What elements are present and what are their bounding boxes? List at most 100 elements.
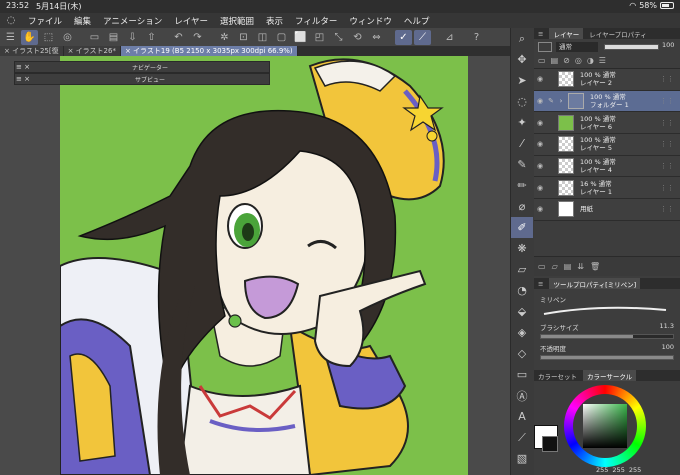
eye-icon[interactable]: ◉ xyxy=(534,140,546,148)
color-circle-tab[interactable]: カラーサークル xyxy=(583,370,637,381)
touch-tool-icon[interactable]: ✋ xyxy=(21,29,38,45)
navigator-panel[interactable]: ≡ × ナビゲーター xyxy=(14,61,270,73)
drag-handle-icon[interactable]: ⋮⋮ xyxy=(660,140,674,148)
tab-layer[interactable]: レイヤー xyxy=(549,28,584,39)
operation-tool-icon[interactable]: ➤ xyxy=(511,70,533,91)
drag-handle-icon[interactable]: ⋮⋮ xyxy=(660,119,674,127)
menu-animation[interactable]: アニメーション xyxy=(97,15,168,27)
layer-row[interactable]: ◉ ✎ › 100 % 通常 フォルダー 1 ⋮⋮ xyxy=(534,90,680,113)
rotate-icon[interactable]: ⟲ xyxy=(349,30,366,45)
drag-handle-icon[interactable]: ⋮⋮ xyxy=(660,75,674,83)
brush-size-slider[interactable] xyxy=(540,334,674,339)
zoom-tool-icon[interactable]: ⌕ xyxy=(511,28,533,49)
layer-row[interactable]: ◉ 100 % 通常 レイヤー 5 ⋮⋮ xyxy=(534,134,680,156)
tab-layer-properties[interactable]: レイヤープロパティ xyxy=(589,29,647,39)
menu-window[interactable]: ウィンドウ xyxy=(343,15,398,27)
redo-icon[interactable]: ↷ xyxy=(189,30,206,45)
lock-icon[interactable]: ⊘ xyxy=(563,56,570,65)
studio-icon[interactable]: ◎ xyxy=(59,30,76,45)
decoration-tool-icon[interactable]: ❋ xyxy=(511,238,533,259)
export-icon[interactable]: ⇧ xyxy=(143,30,160,45)
sub-color-swatch[interactable] xyxy=(542,436,558,452)
drag-handle-icon[interactable]: ⋮⋮ xyxy=(660,205,674,213)
clip-icon[interactable]: ▭ xyxy=(538,56,546,65)
mask-icon[interactable]: ◎ xyxy=(575,56,582,65)
open-icon[interactable]: ▤ xyxy=(105,30,122,45)
color-wheel[interactable] xyxy=(564,385,646,467)
eye-icon[interactable]: ◉ xyxy=(534,184,546,192)
blend-tool-icon[interactable]: ◔ xyxy=(511,280,533,301)
blend-mode-icon[interactable] xyxy=(538,42,552,52)
eyedropper-icon[interactable]: ⁄ xyxy=(511,133,533,154)
balloon-tool-icon[interactable]: Ⓐ xyxy=(511,385,533,406)
menu-help[interactable]: ヘルプ xyxy=(398,15,436,27)
layer-row[interactable]: ◉ 100 % 通常 レイヤー 6 ⋮⋮ xyxy=(534,112,680,135)
layer-row[interactable]: ◉ 16 % 通常 レイヤー 1 ⋮⋮ xyxy=(534,177,680,200)
eye-icon[interactable]: ◉ xyxy=(534,205,546,213)
magic-wand-icon[interactable]: ✦ xyxy=(511,112,533,133)
correct-line-icon[interactable]: ▧ xyxy=(511,448,533,469)
tab-illust19[interactable]: × イラスト19 (B5 2150 x 3035px 300dpi 66.9%) xyxy=(120,46,298,56)
eye-icon[interactable]: ◉ xyxy=(534,162,546,170)
deselect-icon[interactable]: ⬜ xyxy=(292,30,309,45)
opacity-slider[interactable] xyxy=(540,355,674,360)
transform-icon[interactable]: ⬚ xyxy=(40,30,57,45)
invert-icon[interactable]: ◰ xyxy=(311,30,328,45)
blend-mode-select[interactable]: 通常 xyxy=(556,42,598,52)
brush-tool-icon[interactable]: ⌀ xyxy=(511,196,533,217)
panel-menu-icon[interactable]: ≡ xyxy=(538,280,543,288)
drawing-canvas[interactable] xyxy=(60,56,468,475)
eye-icon[interactable]: ◉ xyxy=(534,75,546,83)
move-tool-icon[interactable]: ✥ xyxy=(511,49,533,70)
menu-filter[interactable]: フィルター xyxy=(289,15,343,27)
save-icon[interactable]: ⇩ xyxy=(124,30,141,45)
frame-tool-icon[interactable]: ▭ xyxy=(511,364,533,385)
close-icon[interactable]: ≡ × xyxy=(15,75,31,83)
pen-tool-icon[interactable]: ✎ xyxy=(511,154,533,175)
opacity-slider[interactable] xyxy=(604,44,659,50)
close-icon[interactable]: ≡ × xyxy=(15,63,31,71)
menu-file[interactable]: ファイル xyxy=(22,15,68,27)
trash-icon[interactable]: 🗑 xyxy=(590,262,600,271)
loading-icon[interactable]: ✲ xyxy=(216,30,233,45)
menu-layer[interactable]: レイヤー xyxy=(168,15,214,27)
fill-icon[interactable]: ◫ xyxy=(254,30,271,45)
flip-icon[interactable]: ⇔ xyxy=(368,30,385,45)
eye-icon[interactable]: ◉ xyxy=(534,97,546,105)
palette-icon[interactable]: ◑ xyxy=(587,56,594,65)
crop-icon[interactable]: ⊡ xyxy=(235,30,252,45)
clear-icon[interactable]: ▢ xyxy=(273,30,290,45)
ruler-tool-icon[interactable]: ⟋ xyxy=(511,427,533,448)
layer-row[interactable]: ◉ 100 % 通常 レイヤー 2 ⋮⋮ xyxy=(534,69,680,91)
scale-icon[interactable]: ⤡ xyxy=(330,30,347,45)
layer-row[interactable]: ◉ 100 % 通常 レイヤー 4 ⋮⋮ xyxy=(534,155,680,178)
text-tool-icon[interactable]: A xyxy=(511,406,533,427)
new-folder-icon[interactable]: ▤ xyxy=(564,262,572,271)
ruler-icon[interactable]: ⊿ xyxy=(441,30,458,45)
eye-icon[interactable]: ◉ xyxy=(534,119,546,127)
new-icon[interactable]: ▭ xyxy=(86,30,103,45)
subview-panel[interactable]: ≡ × サブビュー xyxy=(14,73,270,85)
menu-selection[interactable]: 選択範囲 xyxy=(214,15,260,27)
clip-studio-icon[interactable]: ◌ xyxy=(0,15,22,26)
figure-tool-icon[interactable]: ◇ xyxy=(511,343,533,364)
color-set-tab[interactable]: カラーセット xyxy=(538,371,577,381)
drag-handle-icon[interactable]: ⋮⋮ xyxy=(660,184,674,192)
menu-edit[interactable]: 編集 xyxy=(68,15,97,27)
drag-handle-icon[interactable]: ⋮⋮ xyxy=(660,97,674,105)
layer-row[interactable]: ◉ 用紙 ⋮⋮ xyxy=(534,199,680,221)
eraser-tool-icon[interactable]: ▱ xyxy=(511,259,533,280)
folder-arrow-icon[interactable]: › xyxy=(556,97,566,105)
pencil-tool-icon[interactable]: ✏ xyxy=(511,175,533,196)
tab-tool-property[interactable]: ツールプロパティ[ミリペン] xyxy=(549,278,641,289)
drag-handle-icon[interactable]: ⋮⋮ xyxy=(660,162,674,170)
stabilizer-icon[interactable]: ✓ xyxy=(395,29,412,45)
gradient-tool-icon[interactable]: ◈ xyxy=(511,322,533,343)
menu-view[interactable]: 表示 xyxy=(260,15,289,27)
merge-icon[interactable]: ⇊ xyxy=(577,262,584,271)
list-icon[interactable]: ☰ xyxy=(599,56,606,65)
fill-tool-icon[interactable]: ⬙ xyxy=(511,301,533,322)
tab-illust26[interactable]: × イラスト26* xyxy=(63,46,121,56)
ref-icon[interactable]: ▤ xyxy=(551,56,559,65)
new-layer-icon[interactable]: ▭ xyxy=(538,262,546,271)
